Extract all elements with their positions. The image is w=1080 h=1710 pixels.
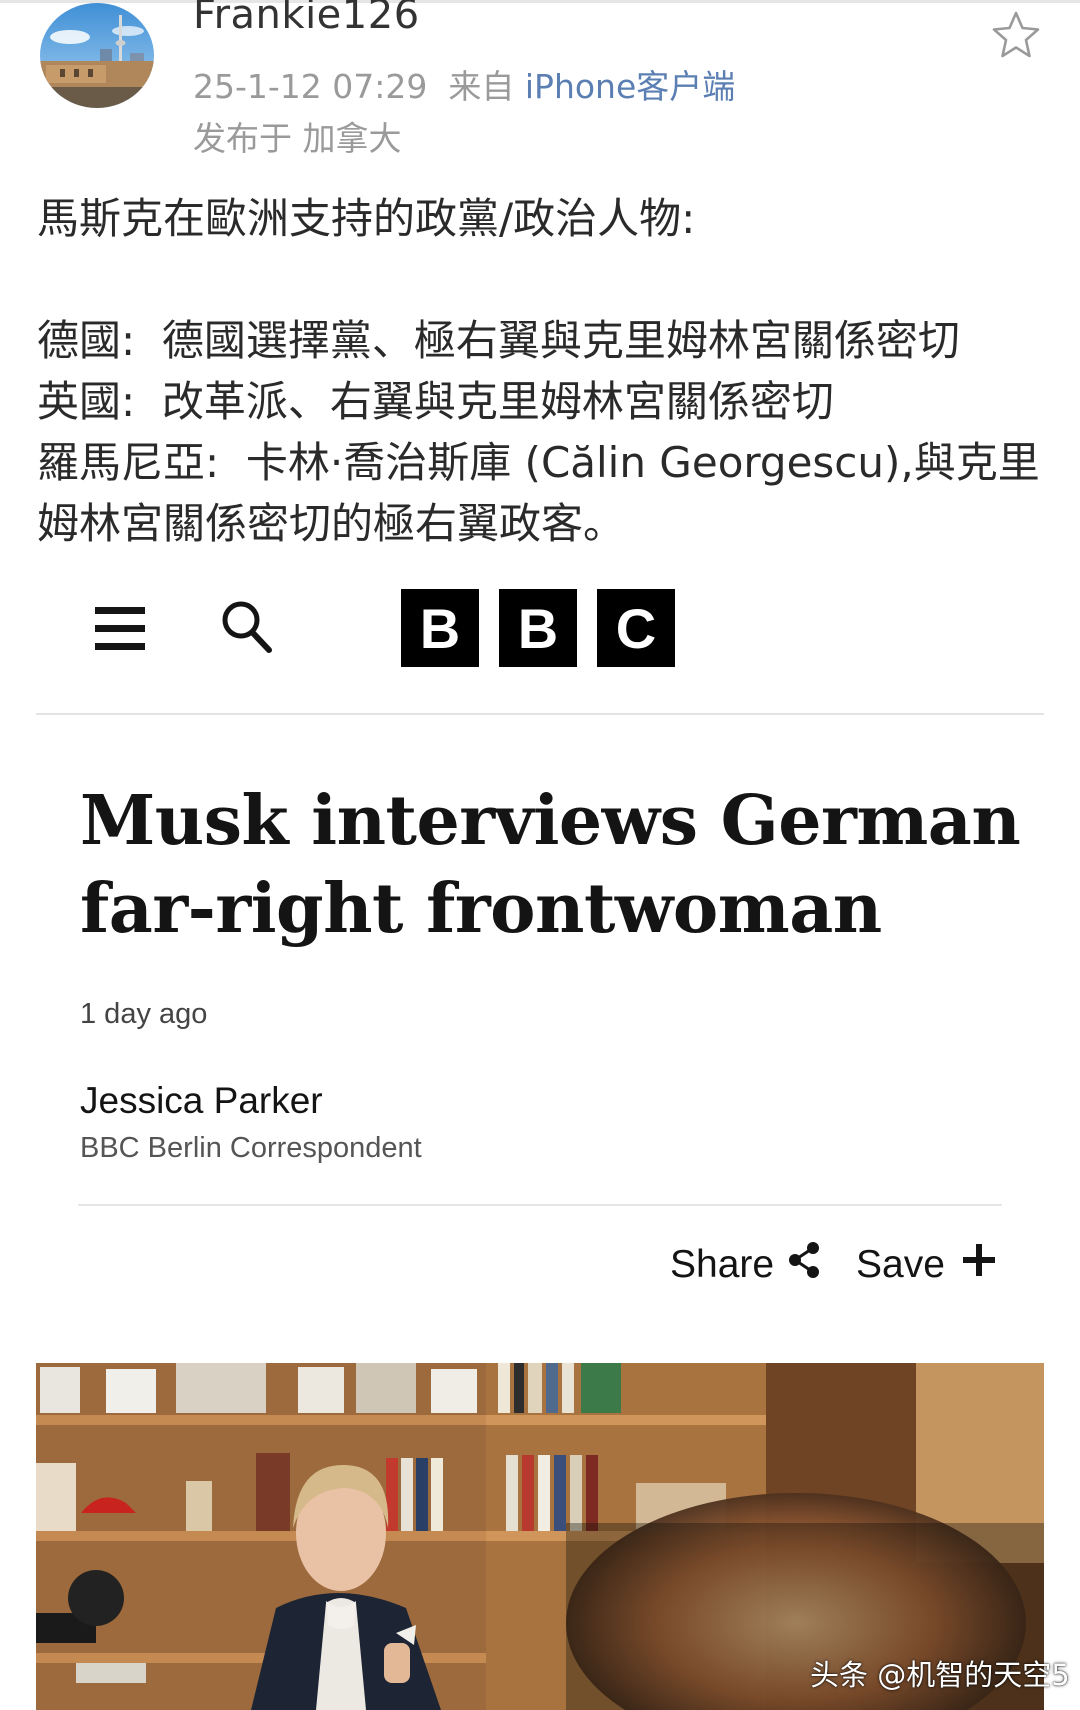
plus-icon (961, 1242, 997, 1288)
post-body: 馬斯克在歐洲支持的政黨/政治人物: 德國: 德國選擇黨、極右翼與克里姆林宮關係密… (37, 194, 1040, 548)
article-headline: Musk interviews German far-right frontwo… (80, 781, 1021, 949)
author-role: BBC Berlin Correspondent (80, 1132, 422, 1164)
share-label: Share (670, 1243, 775, 1286)
share-button[interactable]: Share (670, 1238, 822, 1292)
search-icon[interactable] (219, 598, 275, 656)
watermark: 头条 @机智的天空5 (810, 1658, 1070, 1692)
client-link[interactable]: iPhone客户端 (525, 67, 735, 106)
post-timestamp: 25-1-12 07:29 (193, 67, 428, 106)
top-divider (0, 0, 1080, 3)
bbc-logo[interactable]: B B C (401, 589, 675, 667)
save-label: Save (856, 1243, 945, 1286)
save-button[interactable]: Save (856, 1238, 997, 1292)
author-name[interactable]: Jessica Parker (80, 1080, 323, 1122)
star-outline-icon[interactable] (990, 10, 1042, 60)
header-divider (36, 713, 1044, 715)
bbc-logo-letter: B (499, 589, 577, 667)
source-prefix: 来自 (448, 67, 515, 106)
user-avatar[interactable] (40, 3, 154, 108)
bbc-logo-letter: C (597, 589, 675, 667)
bbc-logo-letter: B (401, 589, 479, 667)
username[interactable]: Frankie126 (193, 0, 420, 38)
byline-divider (78, 1204, 1002, 1206)
post-location: 发布于 加拿大 (193, 119, 402, 158)
post-meta: 25-1-12 07:29 来自 iPhone客户端 (193, 60, 735, 108)
share-icon (786, 1240, 822, 1290)
article-timestamp: 1 day ago (80, 998, 208, 1030)
hamburger-menu-icon[interactable] (95, 605, 147, 653)
